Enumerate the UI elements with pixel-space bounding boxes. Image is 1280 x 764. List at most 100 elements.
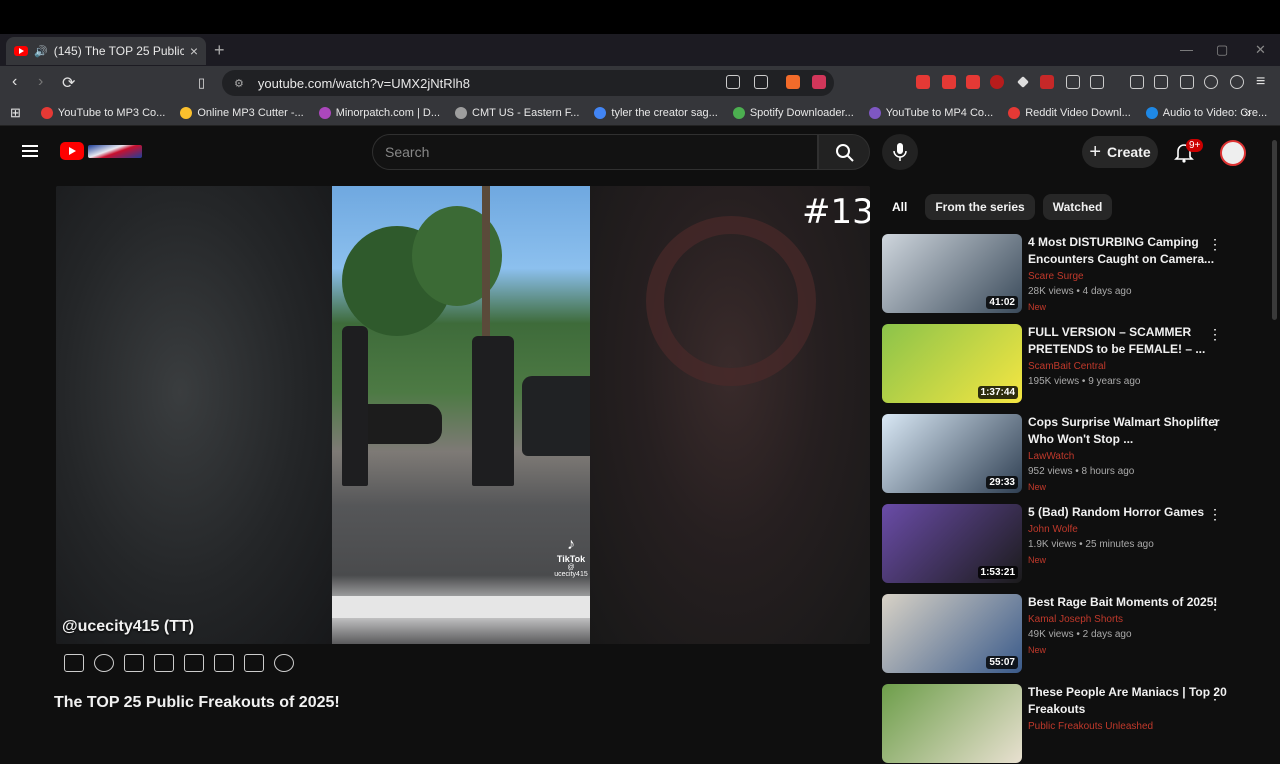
video-thumbnail[interactable]: [882, 684, 1022, 763]
settings-gear-icon[interactable]: [274, 654, 294, 672]
bookmark-item[interactable]: Online MP3 Cutter -...: [180, 106, 304, 119]
bookmark-item[interactable]: CMT US - Eastern F...: [455, 106, 579, 119]
hide-screen-icon[interactable]: [124, 654, 144, 672]
chip-all[interactable]: All: [882, 194, 917, 220]
more-actions-icon[interactable]: ⋮: [1208, 596, 1222, 613]
bookmark-item[interactable]: tyler the creator sag...: [594, 106, 718, 119]
install-icon[interactable]: [726, 75, 740, 89]
bookmark-item[interactable]: Minorpatch.com | D...: [318, 106, 440, 119]
channel-name[interactable]: John Wolfe: [1028, 524, 1228, 535]
maximize-icon[interactable]: ▢: [1216, 42, 1228, 58]
brave-shield-icon[interactable]: [786, 75, 800, 89]
new-badge: New: [1028, 482, 1047, 492]
channel-name[interactable]: LawWatch: [1028, 451, 1228, 462]
page-scrollbar[interactable]: [1272, 140, 1277, 320]
cinema-mode-icon[interactable]: [154, 654, 174, 672]
chip-from-the-series[interactable]: From the series: [925, 194, 1035, 220]
video-thumbnail[interactable]: 1:37:44: [882, 324, 1022, 403]
recommended-video[interactable]: 1:53:21 5 (Bad) Random Horror Games John W…: [882, 504, 1262, 584]
close-tab-icon[interactable]: ×: [190, 43, 198, 59]
video-thumbnail[interactable]: 29:33: [882, 414, 1022, 493]
recommended-video[interactable]: 41:02 4 Most DISTURBING Camping Encounter…: [882, 234, 1262, 314]
video-stats: 49K views • 2 days ago: [1028, 629, 1132, 640]
recommended-video[interactable]: These People Are Maniacs | Top 20 Freako…: [882, 684, 1262, 764]
bookmark-label: Spotify Downloader...: [749, 106, 854, 119]
recommended-video-title[interactable]: 4 Most DISTURBING Camping Encounters Cau…: [1028, 234, 1228, 268]
bookmark-favicon-icon: [40, 106, 53, 119]
recommended-video[interactable]: 55:07 Best Rage Bait Moments of 2025! Kama…: [882, 594, 1262, 674]
create-button[interactable]: + Create: [1082, 136, 1158, 168]
leo-ai-icon[interactable]: [1204, 75, 1218, 89]
frame-by-frame-icon[interactable]: [214, 654, 234, 672]
search-button[interactable]: [818, 134, 870, 170]
vpn-icon[interactable]: [1230, 75, 1244, 89]
wallet-icon[interactable]: [1180, 75, 1194, 89]
source-credit: @ucecity415 (TT): [62, 618, 195, 635]
cast-icon[interactable]: [94, 654, 114, 672]
video-thumbnail[interactable]: 1:53:21: [882, 504, 1022, 583]
recommended-video-title[interactable]: Best Rage Bait Moments of 2025!: [1028, 594, 1228, 611]
minimize-icon[interactable]: —: [1180, 42, 1193, 57]
address-bar[interactable]: ⚙ youtube.com/watch?v=UMX2jNtRlh8: [222, 70, 834, 96]
more-actions-icon[interactable]: ⋮: [1208, 416, 1222, 433]
more-actions-icon[interactable]: ⋮: [1208, 686, 1222, 703]
tab-search-icon[interactable]: [1090, 75, 1104, 89]
bookmark-item[interactable]: YouTube to MP3 Co...: [40, 106, 165, 119]
browser-tab[interactable]: 🔊 (145) The TOP 25 Public Freak ×: [6, 37, 206, 65]
bookmark-item[interactable]: YouTube to MP4 Co...: [868, 106, 993, 119]
picture-in-picture-icon[interactable]: [184, 654, 204, 672]
media-control-icon[interactable]: [1130, 75, 1144, 89]
close-window-icon[interactable]: ✕: [1255, 42, 1266, 58]
chip-watched[interactable]: Watched: [1042, 194, 1113, 220]
extension-diamond-icon[interactable]: [1017, 76, 1029, 88]
bookmark-icon[interactable]: ▯: [198, 75, 205, 91]
apps-grid-icon[interactable]: ⊞: [10, 105, 21, 121]
recommended-video-title[interactable]: Cops Surprise Walmart Shoplifter Who Won…: [1028, 414, 1228, 448]
more-actions-icon[interactable]: ⋮: [1208, 506, 1222, 523]
back-icon[interactable]: ‹: [12, 73, 17, 91]
duration-badge: 29:33: [986, 476, 1018, 489]
extension-pen-icon[interactable]: [1040, 75, 1054, 89]
screenshot-icon[interactable]: [244, 654, 264, 672]
bookmark-label: Audio to Video: Cre...: [1162, 106, 1268, 119]
video-thumbnail[interactable]: 55:07: [882, 594, 1022, 673]
youtube-logo[interactable]: [60, 142, 144, 162]
tiktok-logo-icon: ♪: [567, 536, 575, 553]
more-actions-icon[interactable]: ⋮: [1208, 236, 1222, 253]
ublock-icon[interactable]: [990, 75, 1004, 89]
channel-name[interactable]: Kamal Joseph Shorts: [1028, 614, 1228, 625]
recommended-video-title[interactable]: These People Are Maniacs | Top 20 Freako…: [1028, 684, 1228, 718]
sidebar-icon[interactable]: [1154, 75, 1168, 89]
channel-name[interactable]: Public Freakouts Unleashed: [1028, 721, 1228, 732]
more-actions-icon[interactable]: ⋮: [1208, 326, 1222, 343]
recommended-video[interactable]: 1:37:44 FULL VERSION – SCAMMER PRETENDS t…: [882, 324, 1262, 404]
account-avatar[interactable]: [1220, 140, 1246, 166]
loop-icon[interactable]: [64, 654, 84, 672]
more-bookmarks-icon[interactable]: »: [1244, 105, 1251, 120]
menu-icon[interactable]: ≡: [1256, 73, 1265, 91]
search-input[interactable]: Search: [372, 134, 818, 170]
forward-icon[interactable]: ›: [38, 73, 43, 91]
video-thumbnail[interactable]: 41:02: [882, 234, 1022, 313]
bookmark-item[interactable]: Spotify Downloader...: [732, 106, 854, 119]
share-icon[interactable]: [754, 75, 768, 89]
voice-search-button[interactable]: [882, 134, 918, 170]
extension-youtube-icon[interactable]: [916, 75, 930, 89]
filter-chips: All From the series Watched: [882, 194, 1113, 220]
recommended-video-title[interactable]: 5 (Bad) Random Horror Games: [1028, 504, 1228, 521]
extension-play-icon[interactable]: [966, 75, 980, 89]
channel-name[interactable]: ScamBait Central: [1028, 361, 1228, 372]
new-tab-icon[interactable]: +: [214, 40, 225, 61]
guide-menu-icon[interactable]: [22, 145, 38, 157]
bookmark-item[interactable]: Reddit Video Downl...: [1008, 106, 1131, 119]
channel-name[interactable]: Scare Surge: [1028, 271, 1228, 282]
extensions-puzzle-icon[interactable]: [1066, 75, 1080, 89]
bookmarks-bar: ⊞ YouTube to MP3 Co... Online MP3 Cutter …: [0, 100, 1280, 126]
brave-rewards-icon[interactable]: [812, 75, 826, 89]
site-info-icon[interactable]: ⚙: [234, 77, 244, 90]
recommended-video-title[interactable]: FULL VERSION – SCAMMER PRETENDS to be FE…: [1028, 324, 1228, 358]
video-player[interactable]: ♪ TikTok @ ucecity415 #13 @ucecity415 (T…: [56, 186, 870, 644]
reload-icon[interactable]: ⟳: [62, 73, 75, 93]
extension-record-icon[interactable]: [942, 75, 956, 89]
recommended-video[interactable]: 29:33 Cops Surprise Walmart Shoplifter Wh…: [882, 414, 1262, 494]
